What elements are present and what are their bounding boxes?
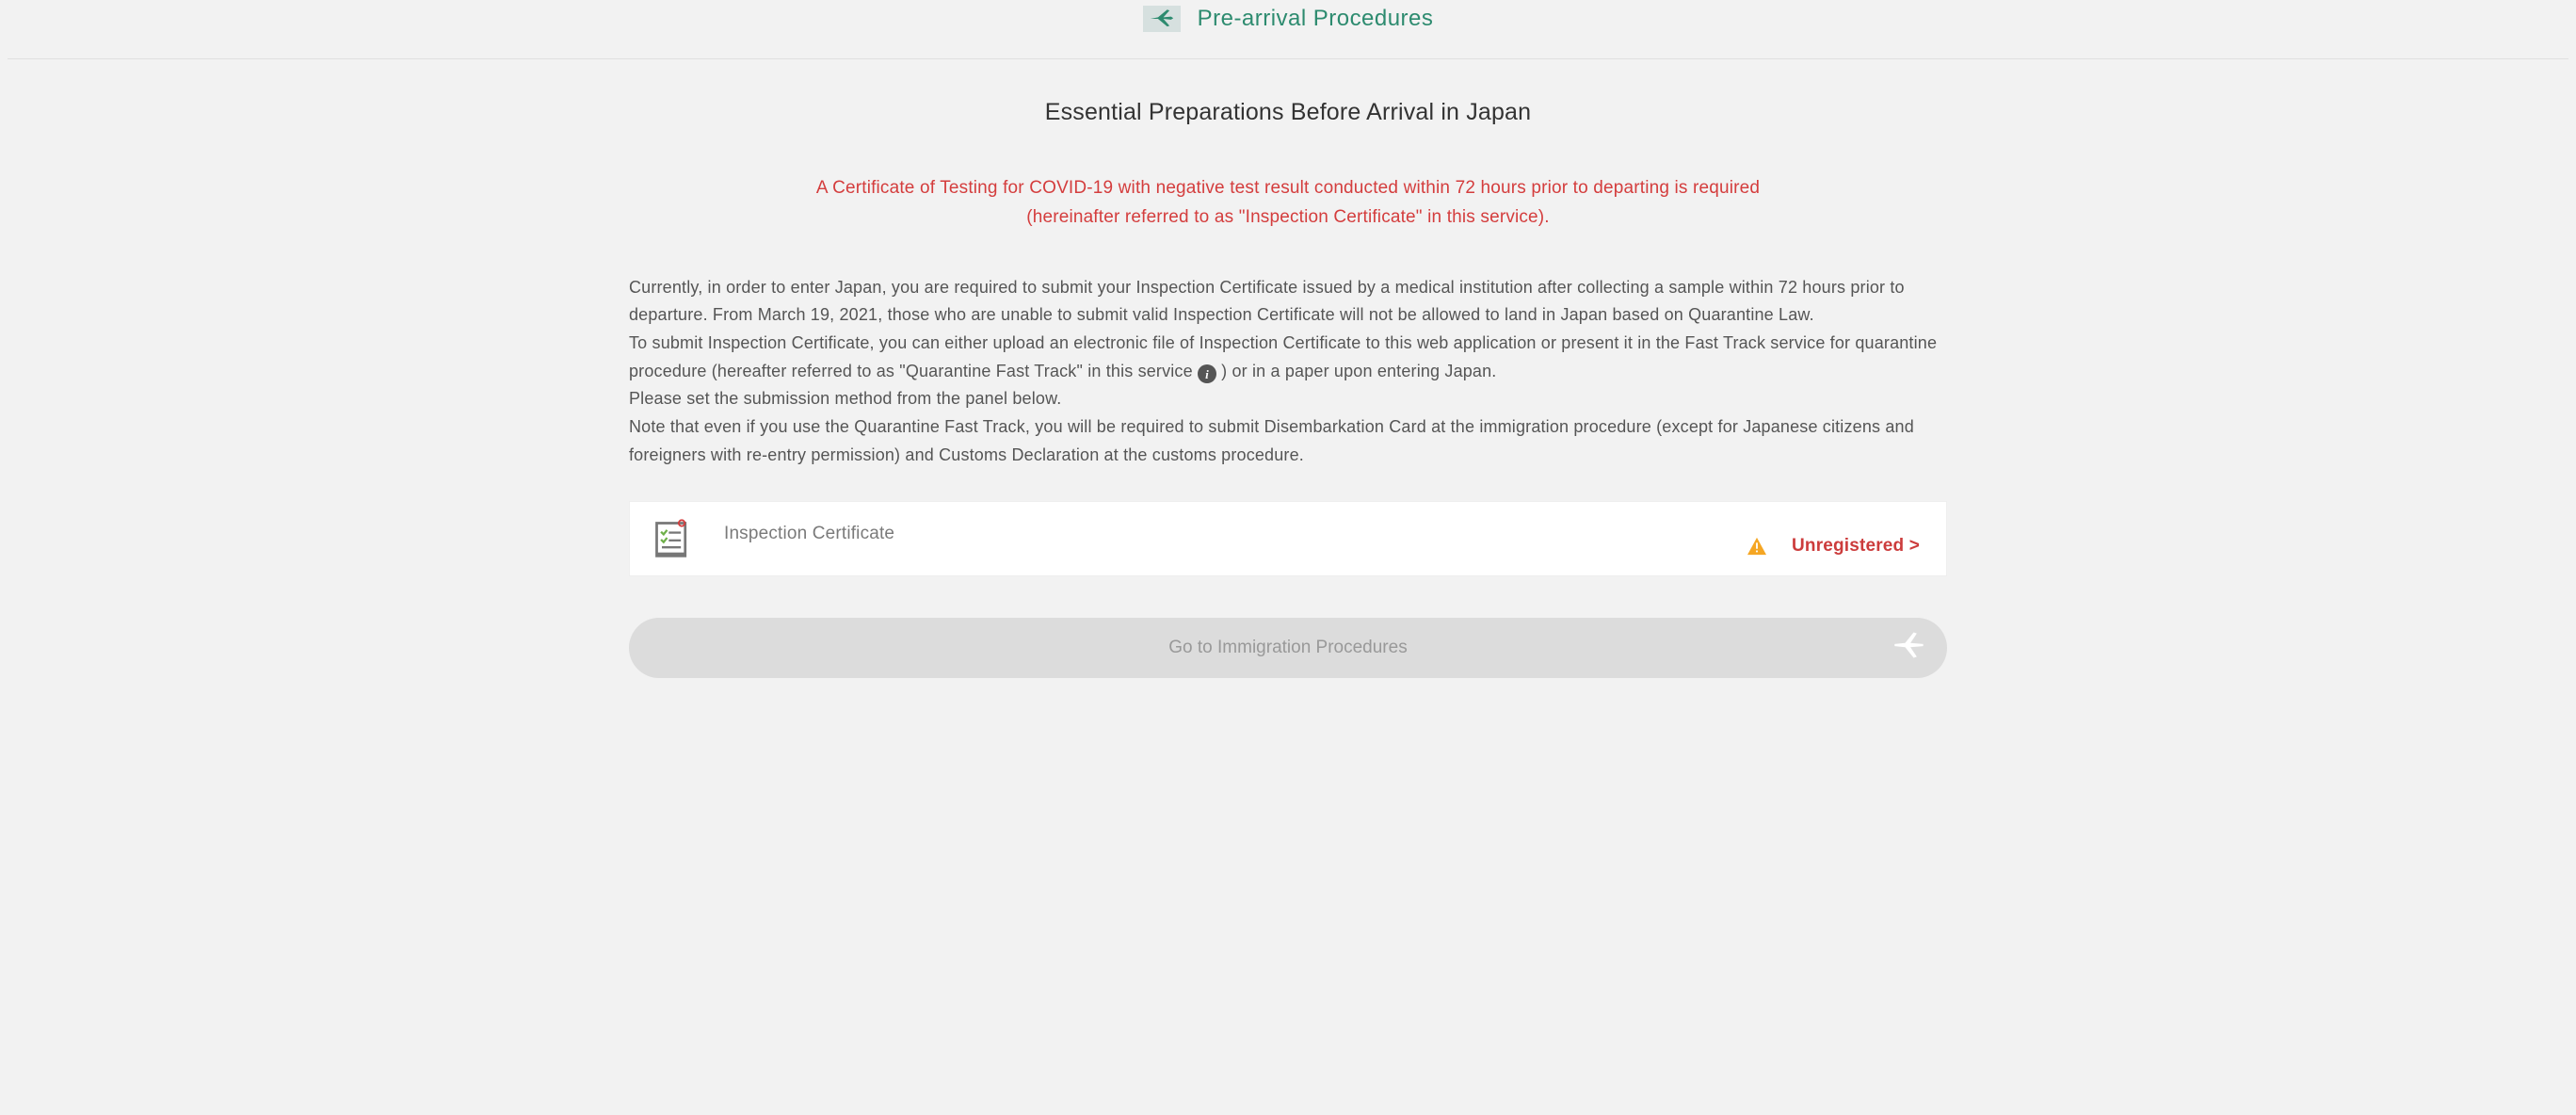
card-title: Inspection Certificate	[724, 515, 1718, 548]
card-status-text: Unregistered >	[1792, 531, 1920, 560]
airplane-icon	[1892, 628, 1926, 668]
main-content: Essential Preparations Before Arrival in…	[601, 59, 1975, 717]
card-status: Unregistered >	[1747, 531, 1920, 562]
go-to-immigration-button: Go to Immigration Procedures	[629, 618, 1947, 678]
cta-label: Go to Immigration Procedures	[1168, 638, 1407, 658]
inspection-certificate-card[interactable]: Inspection Certificate Unregistered >	[629, 501, 1947, 576]
paragraph-1: Currently, in order to enter Japan, you …	[629, 274, 1947, 330]
airplane-icon	[1143, 6, 1181, 32]
notice-line-2: (hereinafter referred to as "Inspection …	[629, 202, 1947, 232]
header-title: Pre-arrival Procedures	[1198, 0, 1434, 38]
paragraph-2: To submit Inspection Certificate, you ca…	[629, 330, 1947, 385]
covid-notice: A Certificate of Testing for COVID-19 wi…	[629, 173, 1947, 233]
paragraph-4: Note that even if you use the Quarantine…	[629, 413, 1947, 469]
info-icon[interactable]: i	[1198, 364, 1216, 383]
paragraph-2b: ) or in a paper upon entering Japan.	[1216, 362, 1497, 380]
document-checklist-icon	[649, 515, 696, 562]
paragraph-3: Please set the submission method from th…	[629, 385, 1947, 413]
page-title: Essential Preparations Before Arrival in…	[629, 93, 1947, 132]
header-strip: Pre-arrival Procedures	[0, 0, 2576, 45]
notice-line-1: A Certificate of Testing for COVID-19 wi…	[629, 173, 1947, 202]
warning-icon	[1747, 537, 1767, 556]
body-text: Currently, in order to enter Japan, you …	[629, 274, 1947, 470]
